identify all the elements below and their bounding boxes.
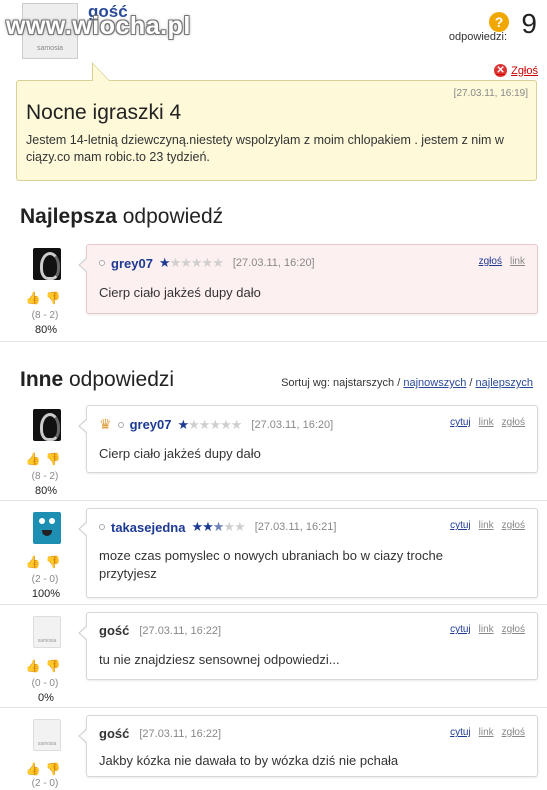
permalink[interactable]: link (479, 624, 494, 635)
vote-percent: 80% (34, 485, 58, 497)
rank-stars: ★★★★★ (191, 519, 245, 534)
permalink[interactable]: link (479, 417, 494, 428)
sort-options: Sortuj wg: najstarszych / najnowszych / … (281, 377, 533, 389)
sort-best-link[interactable]: najlepszych (476, 377, 533, 389)
avatar[interactable] (33, 409, 61, 441)
answer-author[interactable]: gość (99, 726, 129, 741)
vote-percent: 80% (34, 324, 58, 336)
avatar[interactable]: samosia (33, 616, 61, 648)
sort-newest-link[interactable]: najnowszych (403, 377, 466, 389)
quote-link[interactable]: cytuj (450, 520, 471, 531)
avatar[interactable] (33, 512, 61, 544)
divider (0, 604, 547, 605)
vote-count: (2 - 0) (31, 778, 59, 789)
report-link[interactable]: zgłoś (502, 417, 525, 428)
answer-date: [27.03.11, 16:21] (254, 521, 337, 533)
thumbs-up-icon[interactable]: 👍 (25, 451, 41, 467)
thumbs-down-icon[interactable]: 👎 (45, 451, 61, 467)
rank-stars: ★★★★★★ (177, 416, 242, 432)
status-dot-icon (117, 421, 124, 428)
answer-author[interactable]: takasejedna (111, 520, 185, 535)
avatar[interactable] (33, 248, 61, 280)
answers-count-label: odpowiedzi: (448, 31, 507, 43)
question-title: Nocne igraszki 4 (26, 101, 182, 124)
answer-bubble: ♛ grey07 ★★★★★★ [27.03.11, 16:20] cytuj … (78, 405, 538, 473)
answer-text: Jakby kózka nie dawała to by wózka dziś … (99, 753, 399, 768)
bubble-tail-fill (93, 64, 109, 81)
thumbs-down-icon[interactable]: 👎 (45, 761, 61, 777)
answer-text: Cierp ciało jakżeś dupy dało (99, 285, 261, 300)
best-answer-heading: Najlepsza odpowiedź (20, 205, 224, 228)
answer-author[interactable]: gość (99, 623, 129, 638)
report-label: Zgłoś (511, 64, 538, 77)
report-link[interactable]: zgłoś (479, 256, 502, 267)
avatar[interactable]: samosia (33, 719, 61, 751)
report-link[interactable]: zgłoś (502, 624, 525, 635)
status-dot-icon (99, 260, 105, 266)
answer-bubble: grey07 ★★★★★★ [27.03.11, 16:20] zgłoś li… (78, 244, 538, 314)
quote-link[interactable]: cytuj (450, 727, 471, 738)
thumbs-up-icon[interactable]: 👍 (25, 761, 41, 777)
quote-link[interactable]: cytuj (450, 417, 471, 428)
vote-count: (8 - 2) (31, 471, 59, 482)
report-link[interactable]: zgłoś (502, 727, 525, 738)
question-date: [27.03.11, 16:19] (453, 88, 528, 99)
quote-link[interactable]: cytuj (450, 624, 471, 635)
thumbs-up-icon[interactable]: 👍 (25, 658, 41, 674)
answers-count: 9 (521, 8, 537, 39)
crown-icon: ♛ (99, 416, 112, 432)
divider (0, 341, 547, 342)
answer-bubble: gość [27.03.11, 16:22] cytuj link zgłoś … (78, 715, 538, 777)
thumbs-down-icon[interactable]: 👎 (45, 658, 61, 674)
answer-author[interactable]: grey07 (130, 417, 172, 432)
rank-stars: ★★★★★★ (158, 255, 224, 270)
vote-count: (0 - 0) (31, 678, 59, 689)
other-answers-heading: Inne odpowiedzi (20, 368, 175, 391)
answer-date: [27.03.11, 16:20] (251, 418, 334, 431)
answer-text: Cierp ciało jakżeś dupy dało (99, 446, 261, 461)
vote-percent: 100% (31, 588, 61, 600)
thumbs-up-icon[interactable]: 👍 (25, 554, 41, 570)
answer-date: [27.03.11, 16:20] (232, 257, 315, 269)
answer-date: [27.03.11, 16:22] (139, 727, 222, 740)
answer-author[interactable]: grey07 (111, 256, 153, 271)
question-box: [27.03.11, 16:19] Nocne igraszki 4 Jeste… (16, 80, 537, 181)
thumbs-up-icon[interactable]: 👍 (25, 290, 41, 306)
answer-text: moze czas pomyslec o nowych ubraniach bo… (99, 548, 443, 581)
answer-date: [27.03.11, 16:22] (139, 624, 222, 637)
question-icon: ? (489, 12, 509, 32)
permalink[interactable]: link (510, 256, 525, 267)
divider (0, 500, 547, 501)
vote-count: (2 - 0) (31, 574, 59, 585)
thumbs-down-icon[interactable]: 👎 (45, 290, 61, 306)
answer-bubble: takasejedna ★★★★★ [27.03.11, 16:21] cytu… (78, 508, 538, 598)
site-watermark: www.wiocha.pl (6, 12, 191, 40)
divider (0, 707, 547, 708)
answer-text: tu nie znajdziesz sensownej odpowiedzi..… (99, 652, 340, 667)
status-dot-icon (99, 524, 105, 530)
question-body: Jestem 14-letnią dziewczyną.niestety wsp… (26, 133, 504, 164)
report-link[interactable]: zgłoś (502, 520, 525, 531)
vote-percent: 0% (38, 692, 54, 704)
close-icon: ✕ (494, 64, 508, 77)
thumbs-down-icon[interactable]: 👎 (45, 554, 61, 570)
permalink[interactable]: link (479, 727, 494, 738)
vote-count: (8 - 2) (31, 310, 59, 321)
answer-bubble: gość [27.03.11, 16:22] cytuj link zgłoś … (78, 612, 538, 680)
permalink[interactable]: link (479, 520, 494, 531)
sort-label: Sortuj wg: najstarszych / (281, 377, 401, 389)
report-question-link[interactable]: ✕ Zgłoś (494, 64, 538, 77)
